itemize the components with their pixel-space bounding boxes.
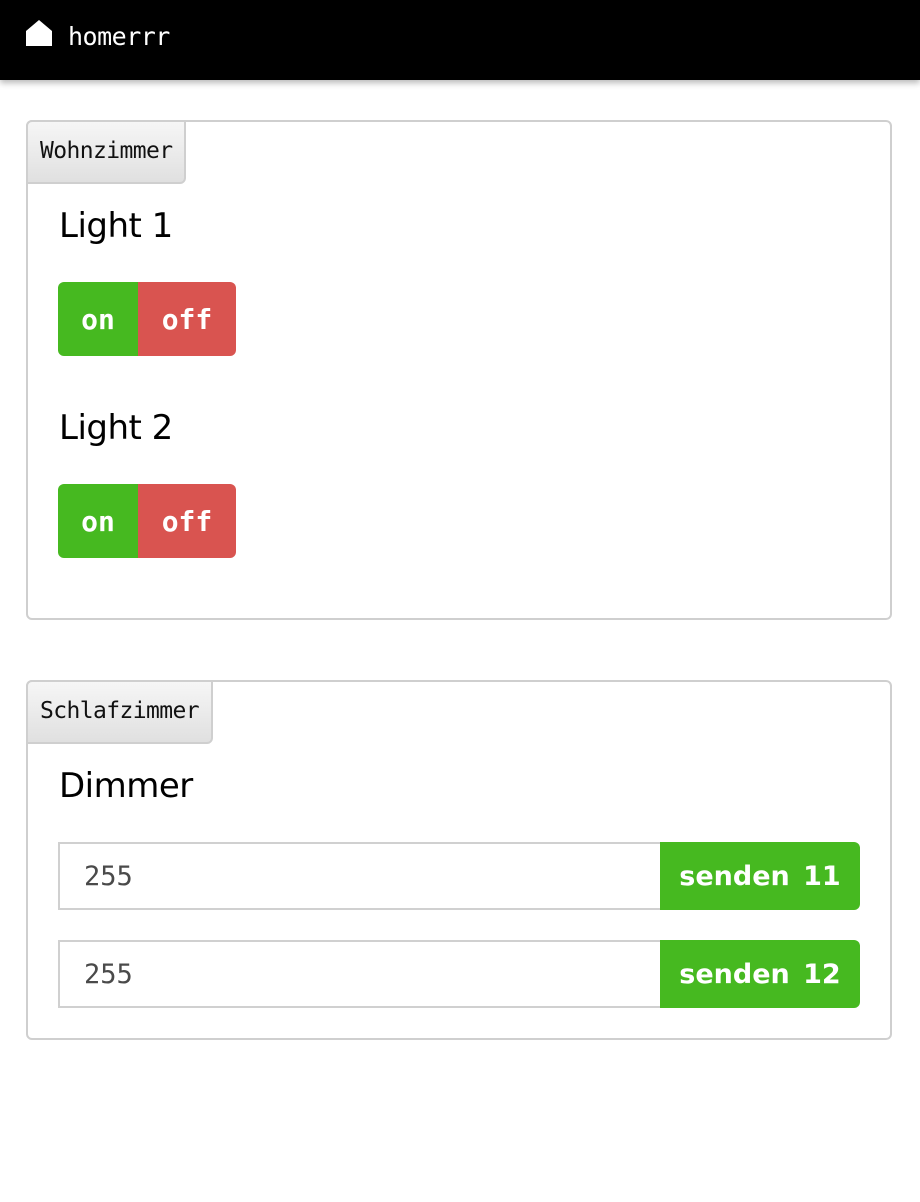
dimmer-channel-row: senden 11 [58, 842, 860, 910]
room-tab: Schlafzimmer [26, 680, 213, 744]
light-2-off-button[interactable]: off [138, 484, 236, 558]
room-tab: Wohnzimmer [26, 120, 187, 184]
light-2-on-button[interactable]: on [58, 484, 138, 558]
light-2-switch: on off [58, 484, 236, 558]
room-panel-wohnzimmer: Wohnzimmer Light 1 on off Light 2 on off [26, 120, 892, 620]
device-title: Light 2 [59, 408, 173, 448]
light-1-off-button[interactable]: off [138, 282, 236, 356]
room-panel-schlafzimmer: Schlafzimmer Dimmer senden 11 senden 12 [26, 680, 892, 1040]
send-button[interactable]: senden 12 [660, 940, 860, 1008]
light-1-on-button[interactable]: on [58, 282, 138, 356]
dimmer-channel-row: senden 12 [58, 940, 860, 1008]
device-title: Light 1 [59, 206, 173, 246]
home-icon[interactable] [26, 20, 52, 46]
light-1-switch: on off [58, 282, 236, 356]
device-title: Dimmer [59, 766, 193, 806]
send-button[interactable]: senden 11 [660, 842, 860, 910]
dimmer-value-input[interactable] [58, 842, 660, 910]
app-title[interactable]: homerrr [68, 20, 170, 54]
dimmer-value-input[interactable] [58, 940, 660, 1008]
top-bar: homerrr [0, 0, 920, 80]
